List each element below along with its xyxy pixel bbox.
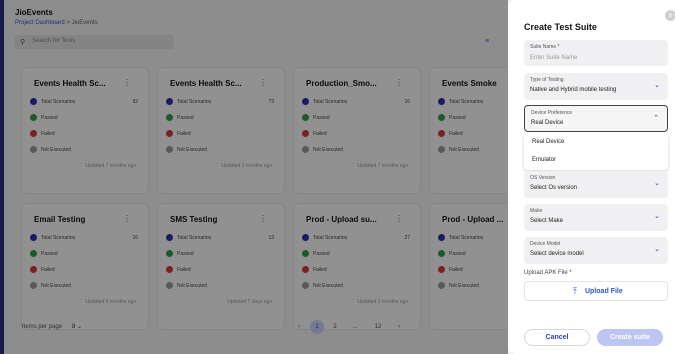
create-suite-button[interactable]: Create suite <box>597 329 663 346</box>
type-of-testing-select[interactable]: Type of Testing Native and Hybrid mobile… <box>524 73 668 100</box>
device-model-label: Device Model <box>530 241 561 247</box>
chevron-down-icon: ⌄ <box>654 180 660 187</box>
device-model-placeholder: Select device model <box>530 251 584 257</box>
os-version-placeholder: Select Os version <box>530 185 578 191</box>
drawer-title: Create Test Suite <box>524 22 597 32</box>
option-emulator[interactable]: Emulator <box>532 157 556 163</box>
upload-icon: ⤒ <box>573 286 577 296</box>
create-test-suite-drawer: Create Test Suite Suite Name * Enter Sui… <box>508 0 675 354</box>
make-label: Make <box>530 208 543 214</box>
os-version-select[interactable]: OS Version Select Os version ⌄ <box>524 171 668 198</box>
suite-name-label: Suite Name * <box>530 44 560 50</box>
suite-name-field[interactable]: Suite Name * Enter Suite Name <box>524 40 668 66</box>
device-preference-label: Device Preference <box>531 110 573 116</box>
upload-file-button[interactable]: ⤒ Upload File <box>524 281 668 301</box>
device-preference-select[interactable]: Device Preference Real Device ⌃ <box>524 105 668 132</box>
make-placeholder: Select Make <box>530 218 564 224</box>
chevron-up-icon: ⌃ <box>653 115 659 122</box>
type-of-testing-label: Type of Testing <box>530 77 564 83</box>
upload-file-label: Upload File <box>585 288 623 295</box>
chevron-down-icon: ⌄ <box>654 213 660 220</box>
device-preference-menu: Real Device Emulator <box>524 132 668 170</box>
type-of-testing-value: Native and Hybrid mobile testing <box>530 87 617 93</box>
chevron-down-icon: ⌄ <box>654 246 660 253</box>
chevron-down-icon: ⌄ <box>654 82 660 89</box>
cancel-button[interactable]: Cancel <box>524 329 590 346</box>
device-model-select[interactable]: Device Model Select device model ⌄ <box>524 237 668 264</box>
suite-name-placeholder: Enter Suite Name <box>530 55 578 61</box>
modal-overlay[interactable] <box>0 0 508 354</box>
os-version-label: OS Version <box>530 175 556 181</box>
close-icon[interactable]: × <box>665 10 675 21</box>
device-preference-value: Real Device <box>531 120 564 126</box>
option-real-device[interactable]: Real Device <box>532 139 564 145</box>
make-select[interactable]: Make Select Make ⌄ <box>524 204 668 231</box>
upload-apk-label: Upload APK File * <box>524 270 572 276</box>
